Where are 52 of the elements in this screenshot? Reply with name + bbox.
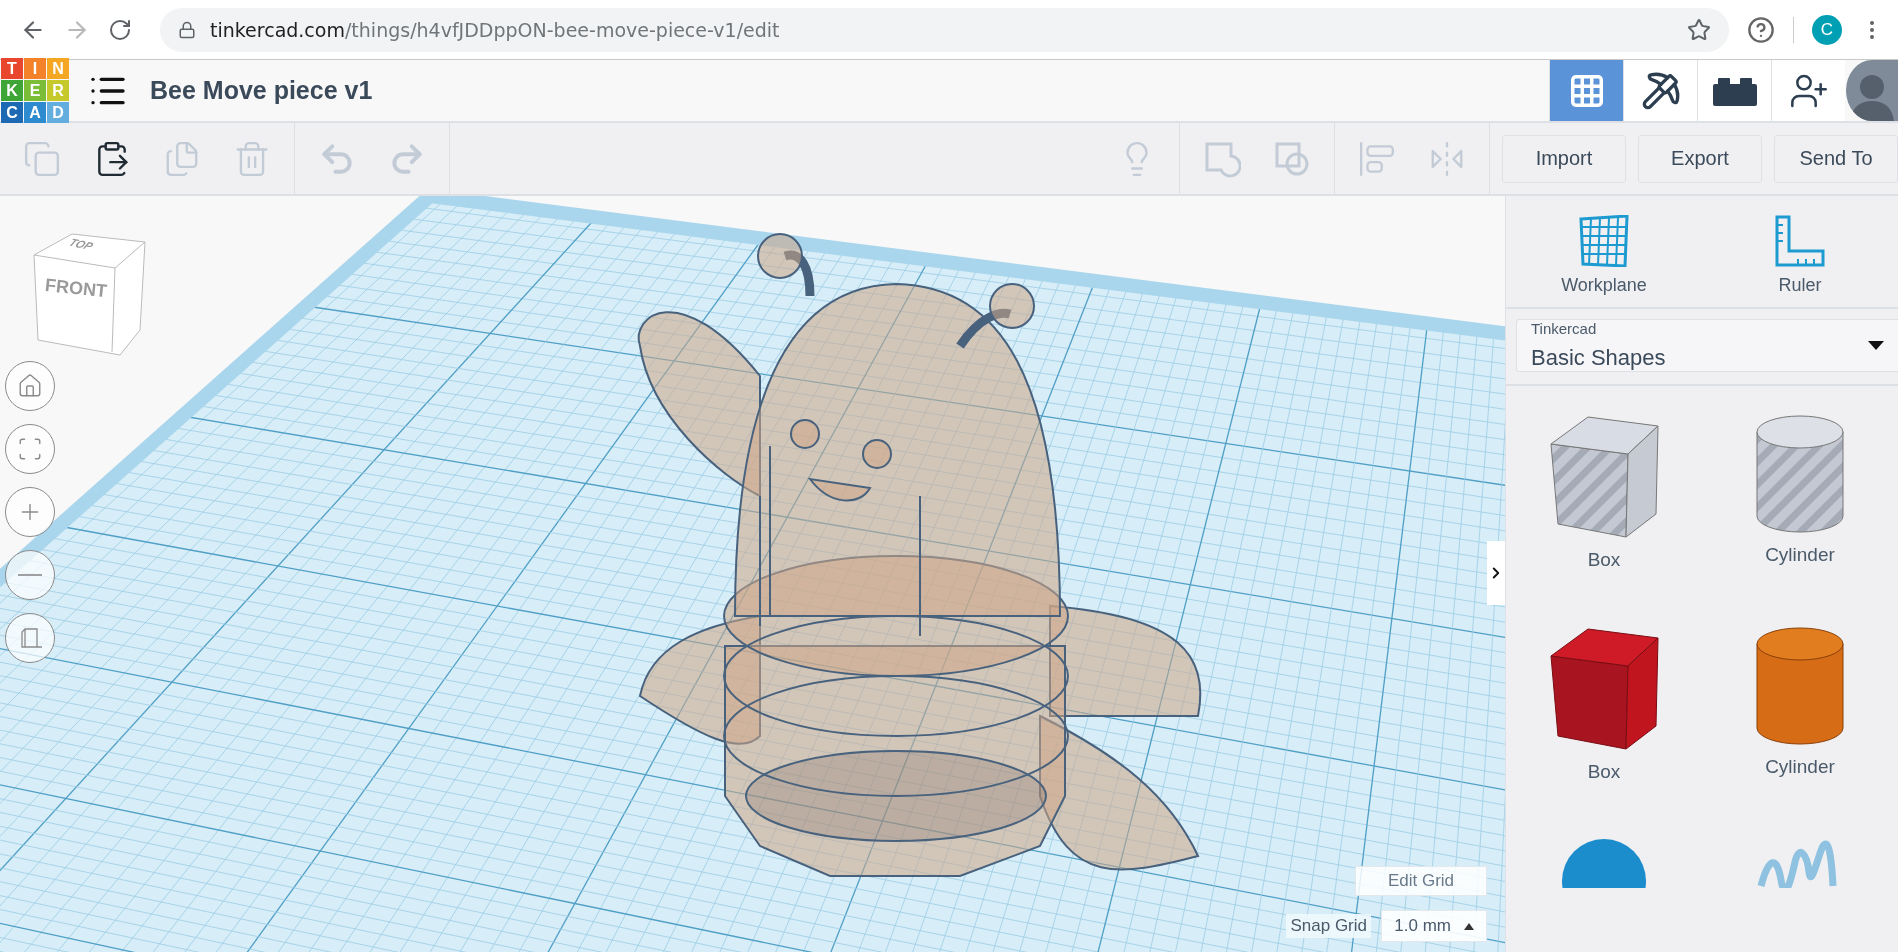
logo-letter: C [1,102,23,123]
snap-grid-label: Snap Grid [1286,914,1371,938]
home-icon [17,373,43,399]
library-name: Basic Shapes [1531,345,1666,371]
logo-letter: T [1,58,23,79]
reload-icon[interactable] [108,17,132,42]
logo-letter: N [47,58,69,79]
shape-library-dropdown[interactable]: Tinkercad Basic Shapes [1516,319,1898,372]
workplane-icon [1579,215,1629,267]
view-tab[interactable] [1697,60,1771,121]
tool-button[interactable]: Workplane [1529,214,1679,297]
logo-letter: A [24,102,46,123]
snap-grid-select[interactable]: 1.0 mm [1381,910,1487,942]
url-text: tinkercad.com/things/h4vfJDDppON-bee-move-piece-v1/edit [210,18,781,41]
shape-item[interactable]: Box [1506,414,1702,626]
design-title[interactable]: Bee Move piece v1 [150,76,373,105]
view-control-button[interactable] [5,361,55,411]
fit-view-icon [17,436,43,462]
shape-item[interactable]: Cylinder [1702,414,1898,626]
copy-icon [23,139,61,178]
view-control-button[interactable] [5,424,55,474]
lock-icon [178,20,196,39]
view-tab[interactable] [1771,60,1845,121]
tinkercad-logo[interactable]: T I N K E R C A D [0,57,70,124]
logo-letter: R [47,80,69,101]
logo-letter: E [24,80,46,101]
toolbar-text-button[interactable]: Send To [1774,134,1898,183]
logo-letter: D [47,102,69,123]
shape-item[interactable]: Cylinder [1702,626,1898,838]
bookmark-star-icon[interactable] [1687,17,1711,42]
cube-front-label: FRONT [44,274,108,303]
collapse-panel-button[interactable] [1487,541,1505,605]
edit-grid-button[interactable]: Edit Grid [1355,866,1487,896]
help-icon[interactable] [1747,15,1775,44]
logo-letter: K [1,80,23,101]
dropdown-caret-icon [1868,341,1884,350]
align-icon [1358,139,1396,178]
caret-up-icon [1463,922,1474,930]
address-bar[interactable]: tinkercad.com/things/h4vfJDDppON-bee-move-piece-v1/edit [160,7,1729,52]
toolbar-text-button[interactable]: Export [1638,134,1762,183]
user-avatar[interactable] [1846,60,1898,121]
library-source-label: Tinkercad [1531,320,1598,337]
logo-letter: I [24,58,46,79]
brick-icon [1712,75,1757,106]
cube-top-label: TOP [66,236,96,252]
toolbar-text-button[interactable]: Import [1502,134,1626,183]
shape-item[interactable]: Box [1506,626,1702,838]
ruler-icon [1774,215,1826,267]
tool-button[interactable]: Ruler [1725,214,1875,297]
pickaxe-icon [1640,70,1681,111]
view-tab[interactable] [1623,60,1697,121]
view-control-button[interactable] [5,487,55,537]
